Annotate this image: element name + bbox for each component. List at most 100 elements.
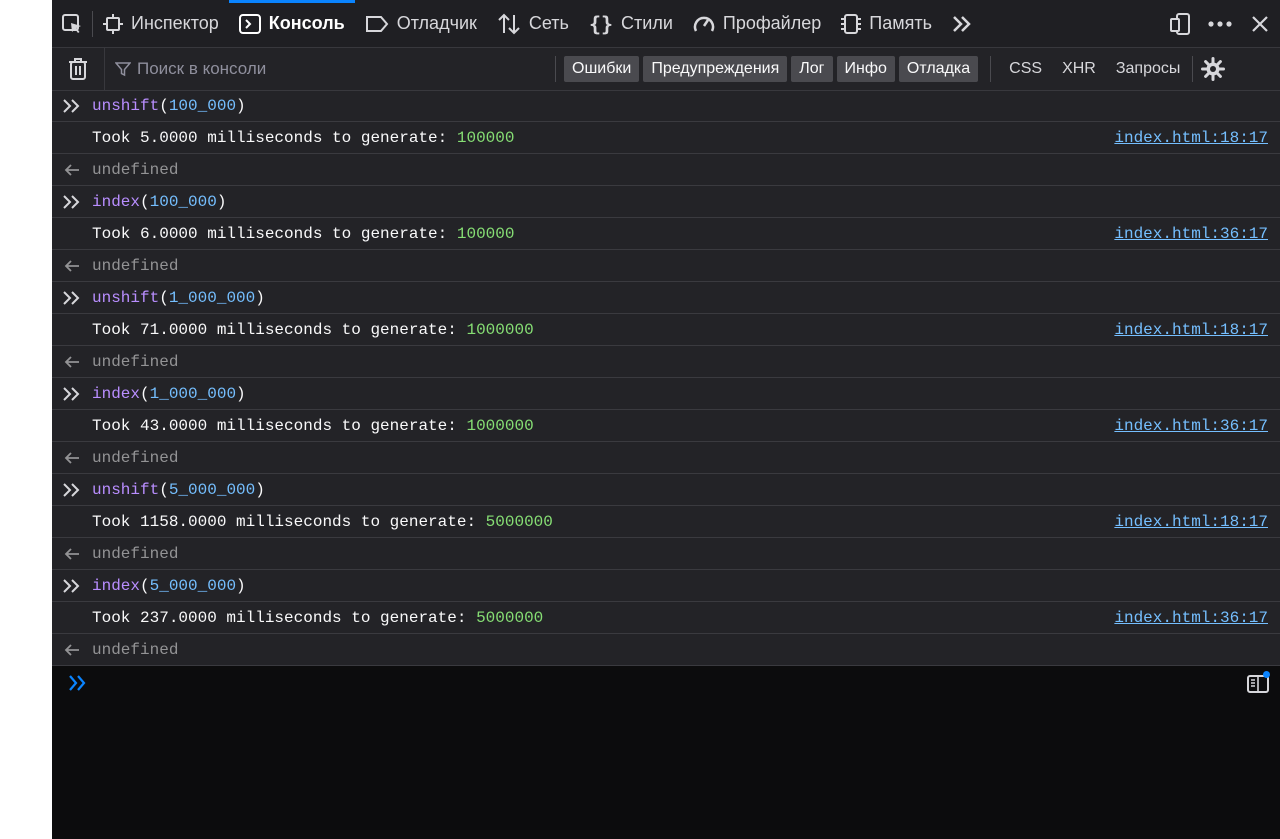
result-value: undefined	[92, 448, 179, 467]
console-log-message: Took 237.0000 milliseconds to generate: …	[52, 602, 1280, 634]
log-value: 100000	[456, 224, 515, 243]
message-source-link[interactable]: index.html:18:17	[1114, 321, 1268, 339]
log-text: Took 5.0000 milliseconds to generate:	[92, 128, 457, 147]
log-value: 1000000	[466, 320, 534, 339]
toggle-sidebar-button[interactable]	[1244, 670, 1272, 698]
log-level-filters: Ошибки Предупреждения Лог Инфо Отладка C…	[555, 48, 1231, 90]
message-source-link[interactable]: index.html:36:17	[1114, 225, 1268, 243]
more-horizontal-icon	[1208, 20, 1232, 27]
inspector-icon	[103, 13, 123, 34]
function-argument: 1_000_000	[168, 288, 256, 307]
message-source-link[interactable]: index.html:36:17	[1114, 417, 1268, 435]
network-icon	[497, 13, 521, 35]
function-name: unshift	[92, 480, 160, 499]
console-log-message: Took 6.0000 milliseconds to generate: 10…	[52, 218, 1280, 250]
console-input[interactable]	[52, 666, 1280, 839]
element-picker-icon	[62, 13, 81, 33]
console-filter-bar: Ошибки Предупреждения Лог Инфо Отладка C…	[52, 48, 1280, 91]
console-log-message: Took 43.0000 milliseconds to generate: 1…	[52, 410, 1280, 442]
filter-log-button[interactable]: Лог	[791, 56, 833, 82]
command-chevron-icon	[52, 290, 92, 305]
filter-xhr-button[interactable]: XHR	[1052, 48, 1106, 90]
result-arrow-icon	[52, 259, 92, 273]
log-text: Took 6.0000 milliseconds to generate:	[92, 224, 457, 243]
console-command: index(5_000_000)	[52, 570, 1280, 602]
responsive-design-button[interactable]	[1160, 0, 1200, 47]
result-value: undefined	[92, 256, 179, 275]
console-settings-button[interactable]	[1195, 48, 1231, 90]
function-name: unshift	[92, 96, 160, 115]
tab-debugger[interactable]: Отладчик	[355, 0, 487, 47]
result-arrow-icon	[52, 163, 92, 177]
console-result: undefined	[52, 442, 1280, 474]
devtools-panel: Инспектор Консоль Отладчик Сеть {} Стили	[52, 0, 1280, 839]
console-icon	[238, 13, 261, 34]
tab-network[interactable]: Сеть	[487, 0, 579, 47]
filter-requests-button[interactable]: Запросы	[1106, 48, 1191, 90]
options-menu-button[interactable]	[1200, 0, 1240, 47]
function-name: index	[92, 384, 141, 403]
console-output: unshift(100_000) Took 5.0000 millisecond…	[52, 90, 1280, 666]
gear-icon	[1201, 57, 1226, 81]
command-chevron-icon	[52, 386, 92, 401]
close-icon	[1252, 15, 1268, 32]
memory-icon	[841, 13, 862, 35]
function-argument: 100_000	[149, 192, 217, 211]
command-chevron-icon	[52, 98, 92, 113]
function-argument: 5_000_000	[149, 576, 237, 595]
function-name: index	[92, 192, 141, 211]
command-chevron-icon	[52, 482, 92, 497]
tab-label: Консоль	[268, 13, 345, 33]
filter-info-button[interactable]: Инфо	[836, 56, 895, 82]
tab-label: Профайлер	[722, 13, 822, 33]
element-picker-button[interactable]	[52, 0, 92, 47]
function-name: index	[92, 576, 141, 595]
tab-style-editor[interactable]: {} Стили	[579, 0, 683, 47]
close-devtools-button[interactable]	[1240, 0, 1280, 47]
console-result: undefined	[52, 538, 1280, 570]
console-result: undefined	[52, 634, 1280, 666]
tab-label: Стили	[621, 13, 673, 33]
profiler-icon	[693, 14, 715, 34]
responsive-design-icon	[1170, 12, 1190, 35]
tab-inspector[interactable]: Инспектор	[93, 0, 229, 47]
trash-icon	[69, 58, 87, 80]
console-command: index(100_000)	[52, 186, 1280, 218]
log-value: 1000000	[466, 416, 534, 435]
devtools-toolbar: Инспектор Консоль Отладчик Сеть {} Стили	[52, 0, 1280, 48]
tab-label: Память	[869, 13, 932, 33]
message-source-link[interactable]: index.html:36:17	[1114, 609, 1268, 627]
console-command: unshift(100_000)	[52, 90, 1280, 122]
command-chevron-icon	[52, 578, 92, 593]
result-arrow-icon	[52, 643, 92, 657]
style-editor-icon: {}	[588, 11, 614, 36]
more-tools-button[interactable]	[942, 0, 982, 47]
console-result: undefined	[52, 154, 1280, 186]
tab-memory[interactable]: Память	[831, 0, 942, 47]
message-source-link[interactable]: index.html:18:17	[1114, 129, 1268, 147]
debugger-icon	[365, 15, 389, 33]
log-text: Took 237.0000 milliseconds to generate:	[92, 608, 477, 627]
tab-console[interactable]: Консоль	[228, 0, 355, 47]
message-source-link[interactable]: index.html:18:17	[1114, 513, 1268, 531]
log-text: Took 71.0000 milliseconds to generate:	[92, 320, 467, 339]
clear-console-button[interactable]	[52, 48, 104, 90]
filter-css-button[interactable]: CSS	[999, 48, 1052, 90]
filter-warnings-button[interactable]: Предупреждения	[643, 56, 788, 82]
log-value: 5000000	[485, 512, 553, 531]
console-search-input[interactable]	[131, 58, 499, 80]
filter-debug-button[interactable]: Отладка	[898, 56, 979, 82]
result-value: undefined	[92, 544, 179, 563]
notification-dot	[1263, 671, 1270, 678]
tab-profiler[interactable]: Профайлер	[683, 0, 831, 47]
result-value: undefined	[92, 160, 179, 179]
result-arrow-icon	[52, 355, 92, 369]
filter-separator	[555, 56, 556, 82]
filter-separator	[990, 56, 992, 82]
console-command: unshift(5_000_000)	[52, 474, 1280, 506]
filter-errors-button[interactable]: Ошибки	[564, 56, 640, 82]
log-text: Took 43.0000 milliseconds to generate:	[92, 416, 467, 435]
double-chevron-right-icon	[953, 15, 971, 32]
result-arrow-icon	[52, 547, 92, 561]
console-command: index(1_000_000)	[52, 378, 1280, 410]
